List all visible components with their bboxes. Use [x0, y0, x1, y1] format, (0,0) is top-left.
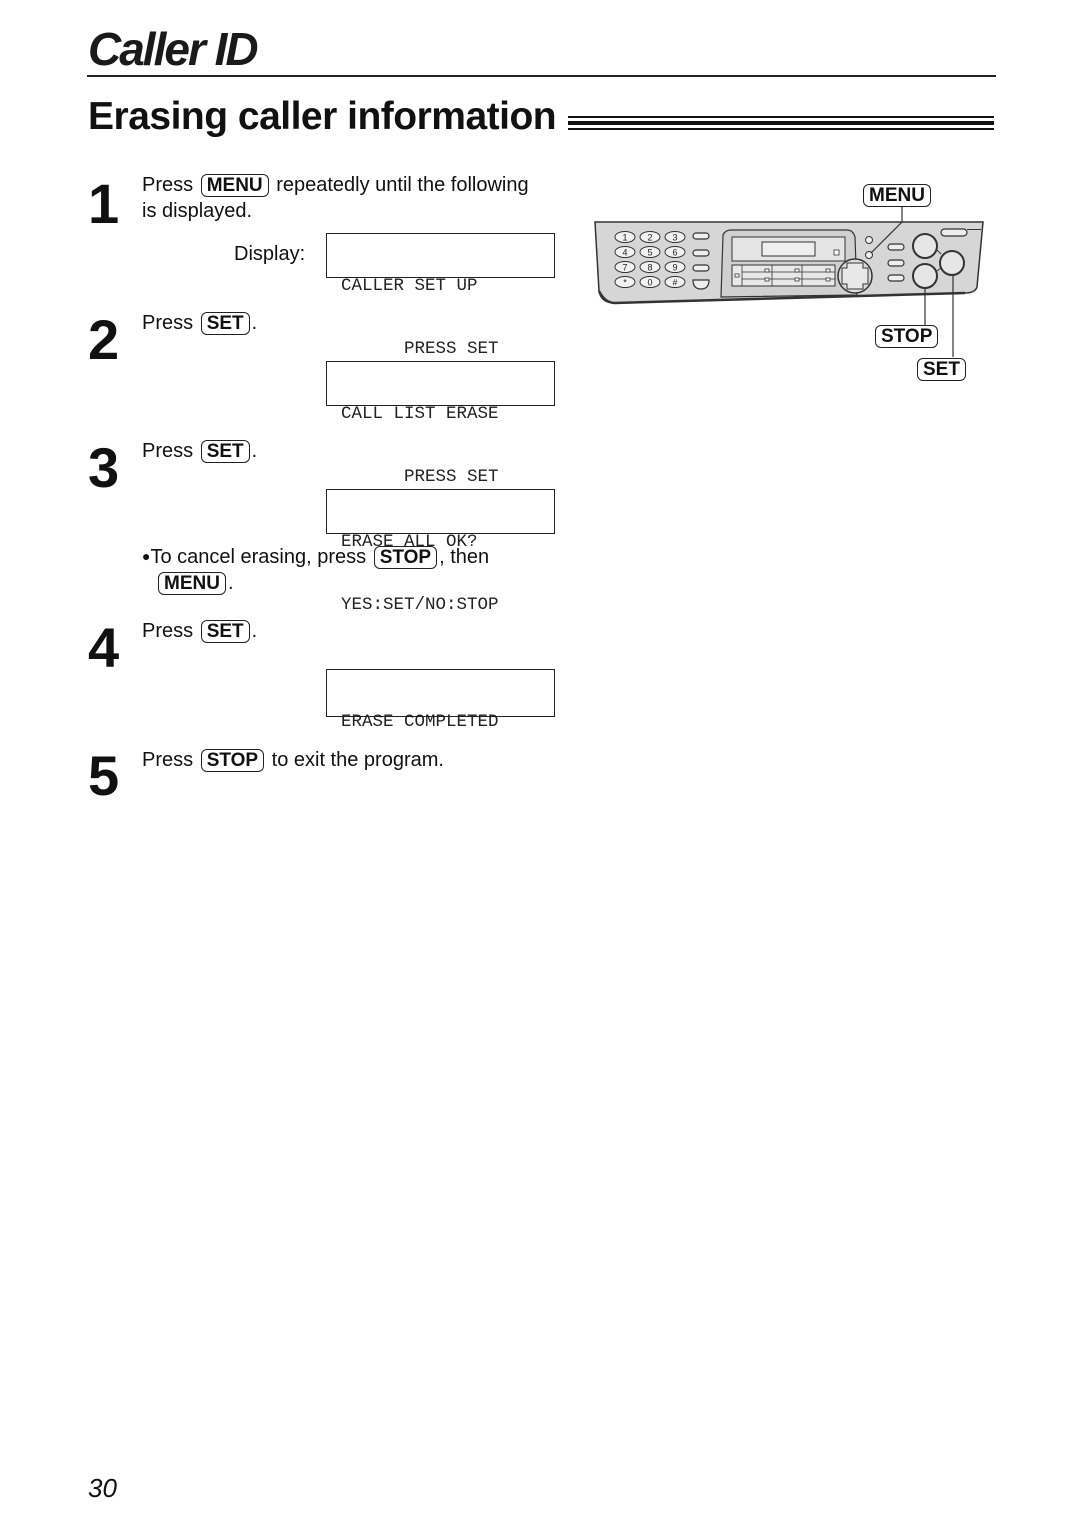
lcd-screen	[761, 241, 816, 257]
step-1-text-line2: is displayed.	[142, 200, 253, 222]
step-number-4: 4	[88, 616, 120, 679]
step-3-cancel-note: ●To cancel erasing, press STOP, then MEN…	[142, 543, 489, 596]
keypad-key-label: 6	[672, 248, 677, 258]
stop-key: STOP	[200, 749, 265, 772]
section-divider	[87, 75, 996, 77]
keypad-key: *	[614, 276, 636, 288]
set-callout: SET	[915, 356, 968, 382]
lcd-line-2: YES:SET/NO:STOP	[341, 595, 499, 615]
step-5-text-before: Press	[142, 749, 194, 771]
one-touch-button	[692, 232, 710, 240]
step-3-instruction: Press SET.	[142, 438, 257, 464]
lcd-line-2: PRESS SET	[341, 339, 499, 359]
step-2-instruction: Press SET.	[142, 310, 257, 336]
keypad-key: 9	[664, 261, 686, 273]
keypad-key-label: 8	[647, 263, 652, 273]
keypad-key-label: 7	[622, 263, 627, 273]
note-text-before: To cancel erasing, press	[150, 546, 367, 568]
step-1-instruction: Press MENU repeatedly until the followin…	[142, 172, 529, 224]
keypad-key: 2	[639, 231, 661, 243]
menu-key: MENU	[200, 174, 269, 197]
step-1-text-after: repeatedly until the following	[276, 174, 529, 196]
lcd-line-1: CALL LIST ERASE	[341, 404, 499, 424]
keypad-key: #	[664, 276, 686, 288]
step-4-text-after: .	[251, 620, 258, 642]
set-button	[939, 250, 965, 276]
step-4-instruction: Press SET.	[142, 618, 257, 644]
lcd-display-step-1: CALLER SET UP PRESS SET	[326, 233, 555, 359]
step-4-text-before: Press	[142, 620, 194, 642]
lcd-line-1: ERASE COMPLETED	[341, 712, 499, 732]
keypad-key: 0	[639, 276, 661, 288]
keypad-key: 3	[664, 231, 686, 243]
step-number-1: 1	[88, 172, 120, 235]
one-touch-button	[692, 249, 710, 257]
note-text-after: .	[227, 572, 234, 594]
step-5-text-after: to exit the program.	[271, 749, 444, 771]
menu-key: MENU	[158, 572, 226, 595]
heading-decorative-rules	[568, 116, 994, 132]
keypad-key-label: 2	[647, 233, 652, 243]
lcd-line-2: PRESS SET	[341, 467, 499, 487]
lcd-line-1: CALLER SET UP	[341, 276, 478, 296]
keypad-key: 6	[664, 246, 686, 258]
keypad-key: 4	[614, 246, 636, 258]
keypad-key-label: 0	[647, 278, 652, 288]
keypad-key: 8	[639, 261, 661, 273]
keypad-key-label: 3	[672, 233, 677, 243]
control-panel-illustration: 1 2 3 4 5 6 7 8 9 * 0 # MENU STOP SET	[585, 175, 995, 390]
start-button	[912, 233, 938, 259]
lcd-display-step-2: CALL LIST ERASE PRESS SET	[326, 361, 555, 487]
display-label: Display:	[234, 243, 306, 265]
step-number-3: 3	[88, 436, 120, 499]
keypad-key-label: #	[672, 278, 677, 288]
note-text-middle: , then	[439, 546, 490, 568]
step-2-text-before: Press	[142, 312, 194, 334]
keypad-key: 7	[614, 261, 636, 273]
lcd-display-step-4: ERASE COMPLETED	[326, 669, 555, 732]
set-key-label: SET	[917, 358, 966, 381]
set-key: SET	[200, 440, 250, 463]
stop-button	[912, 263, 938, 289]
set-key: SET	[200, 312, 250, 335]
set-key: SET	[200, 620, 250, 643]
step-1-text-before: Press	[142, 174, 194, 196]
lcd-display-step-3: ERASE ALL OK? YES:SET/NO:STOP	[326, 489, 555, 615]
keypad-key: 1	[614, 231, 636, 243]
step-2-text-after: .	[251, 312, 258, 334]
menu-key-label: MENU	[863, 184, 931, 207]
keypad-key-label: *	[623, 278, 627, 288]
stop-callout: STOP	[873, 323, 940, 349]
stop-key-label: STOP	[875, 325, 939, 348]
step-3-text-after: .	[251, 440, 258, 462]
keypad-key-label: 4	[622, 248, 627, 258]
page-heading: Erasing caller information	[88, 95, 557, 138]
station-keys	[731, 264, 836, 287]
page-number: 30	[88, 1473, 117, 1503]
keypad-key-label: 1	[622, 233, 627, 243]
one-touch-button	[692, 279, 710, 290]
section-title: Caller ID	[88, 23, 259, 75]
step-5-instruction: Press STOP to exit the program.	[142, 747, 444, 773]
step-3-text-before: Press	[142, 440, 194, 462]
keypad-key: 5	[639, 246, 661, 258]
step-number-5: 5	[88, 744, 120, 807]
keypad-key-label: 9	[672, 263, 677, 273]
one-touch-button	[692, 264, 710, 272]
menu-callout: MENU	[861, 182, 933, 208]
step-number-2: 2	[88, 308, 120, 371]
stop-key: STOP	[373, 546, 438, 569]
keypad-key-label: 5	[647, 248, 652, 258]
